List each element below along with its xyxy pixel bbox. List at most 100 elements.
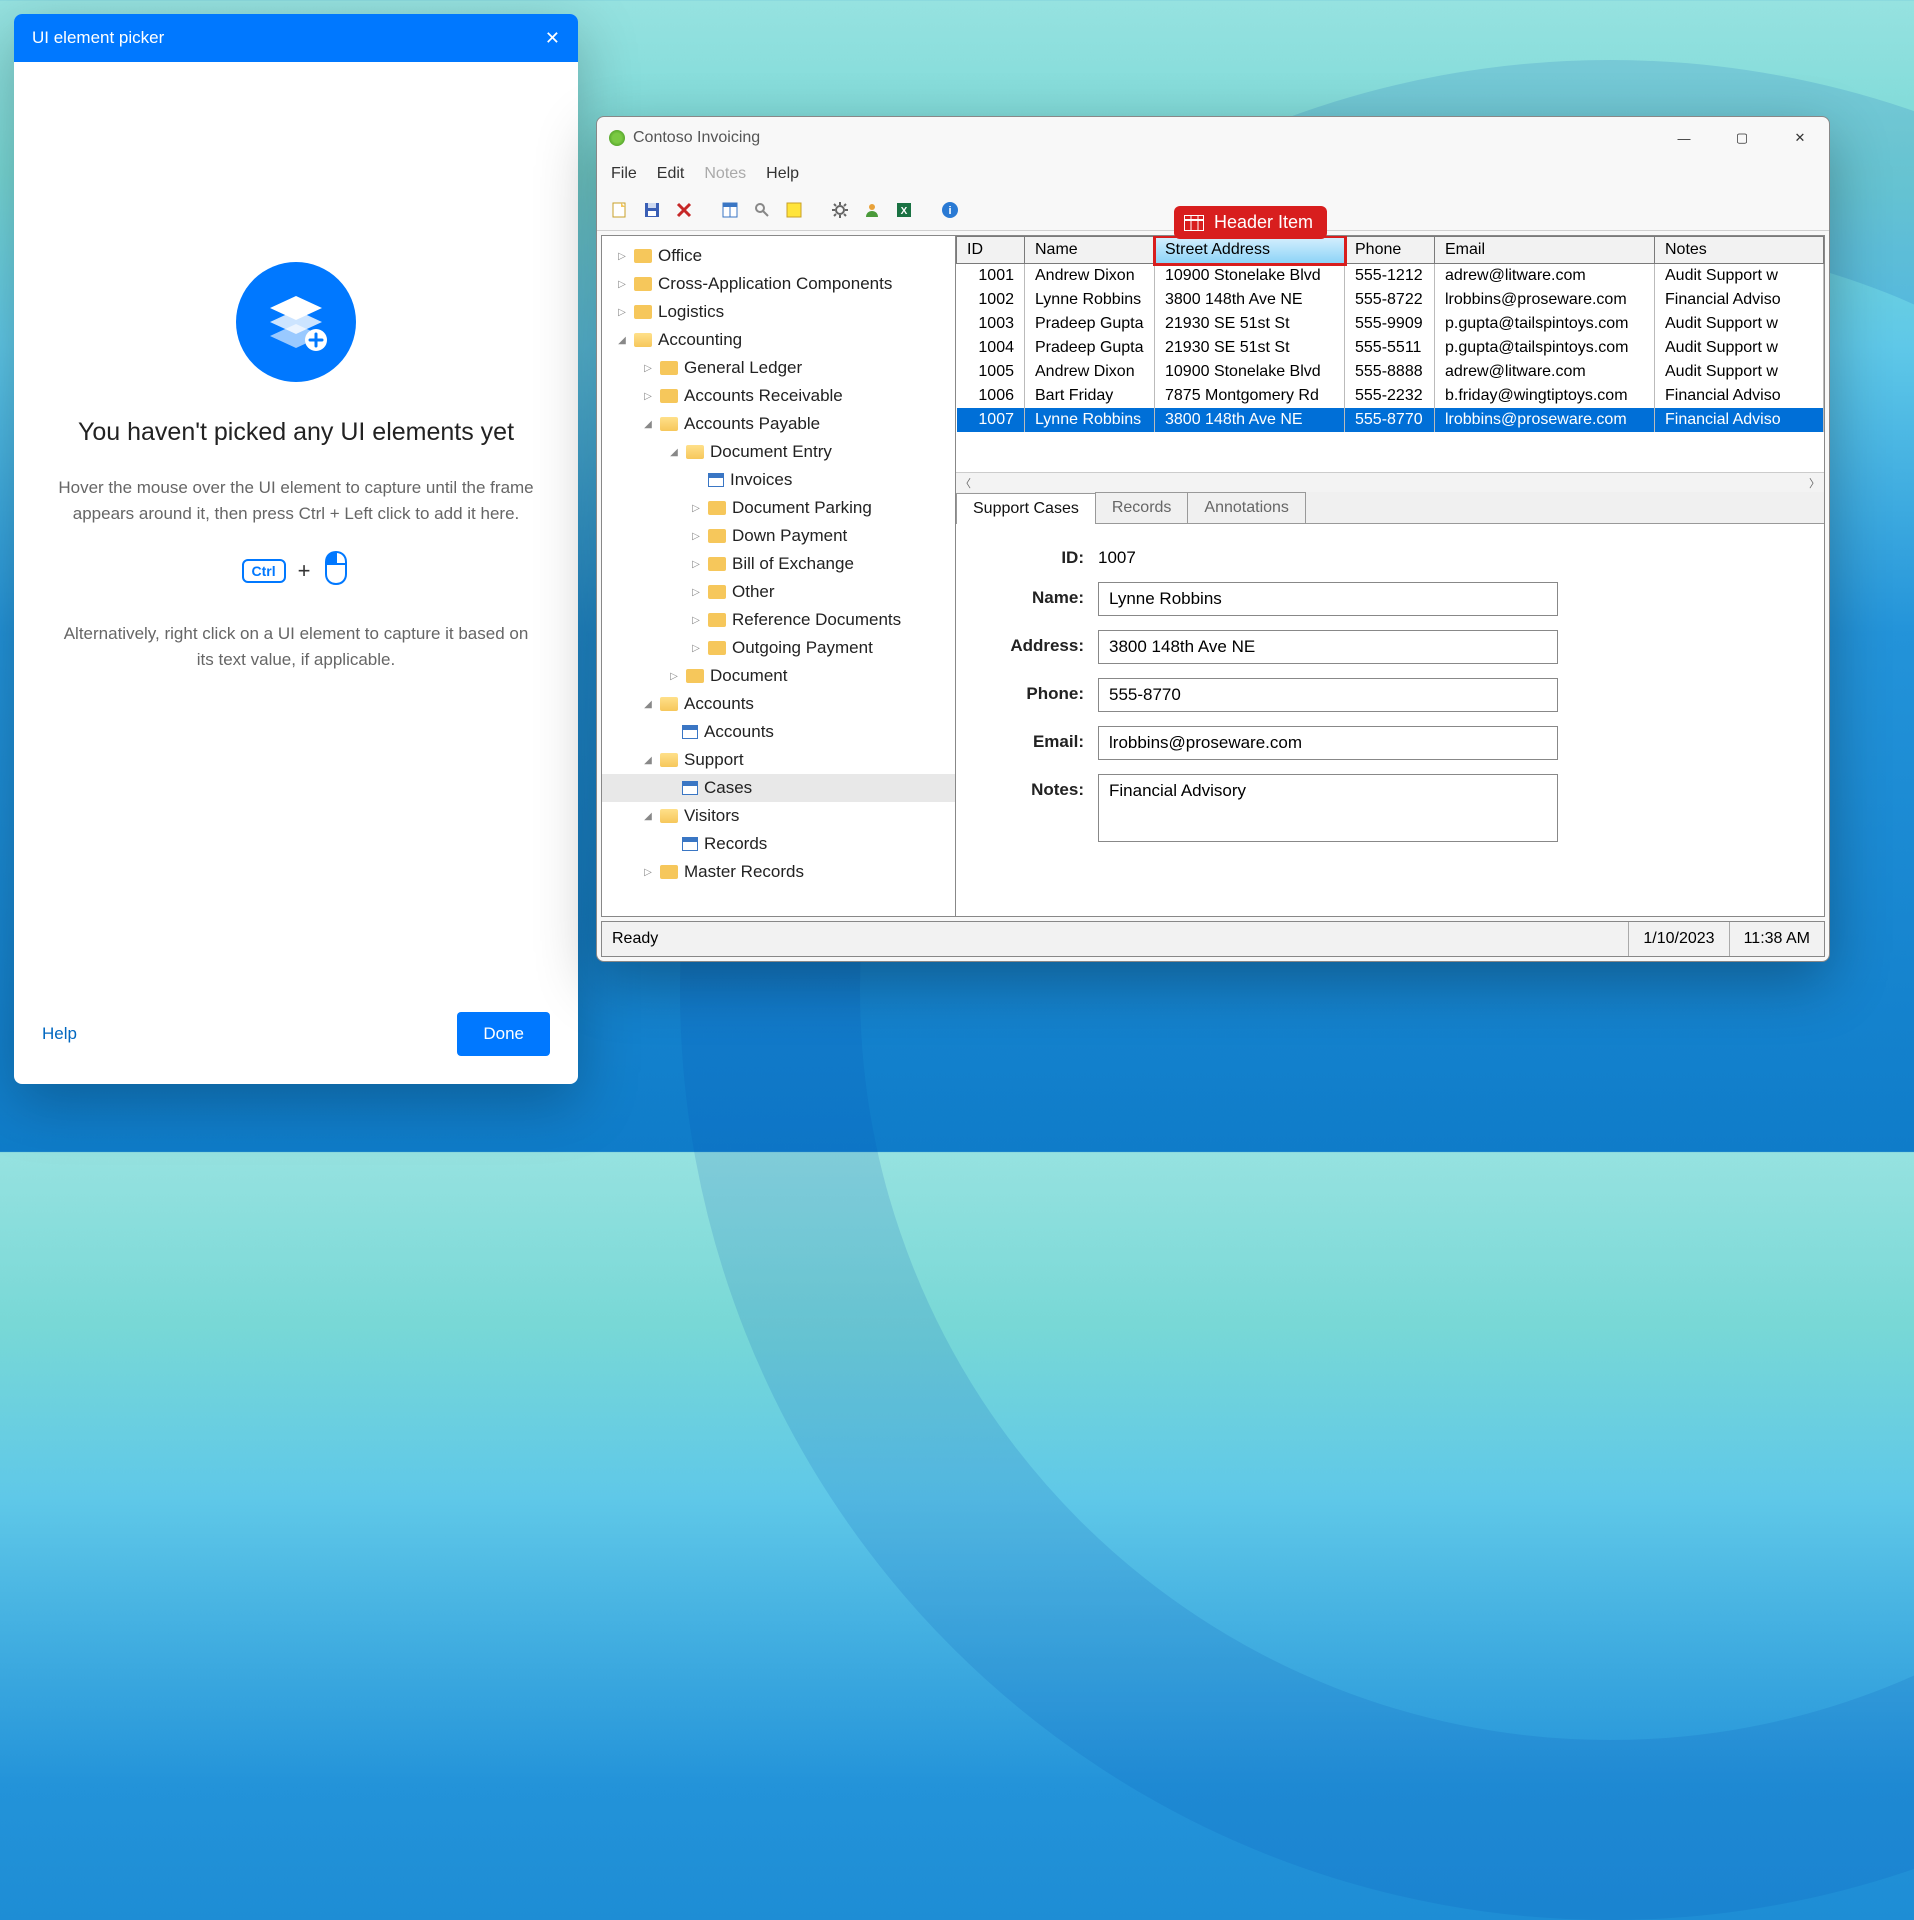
mouse-icon bbox=[322, 550, 350, 591]
done-button[interactable]: Done bbox=[457, 1012, 550, 1056]
picker-instructions-1: Hover the mouse over the UI element to c… bbox=[54, 475, 538, 526]
picker-headline: You haven't picked any UI elements yet bbox=[78, 418, 514, 447]
note-icon[interactable] bbox=[781, 197, 807, 223]
picker-instructions-2: Alternatively, right click on a UI eleme… bbox=[54, 621, 538, 672]
info-icon[interactable]: i bbox=[937, 197, 963, 223]
input-phone[interactable] bbox=[1098, 678, 1558, 712]
detail-tabs: Support Cases Records Annotations bbox=[956, 492, 1824, 524]
table-row[interactable]: 1003Pradeep Gupta21930 SE 51st St555-990… bbox=[957, 312, 1824, 336]
input-name[interactable] bbox=[1098, 582, 1558, 616]
tree-other[interactable]: ▷Other bbox=[602, 578, 955, 606]
help-link[interactable]: Help bbox=[42, 1024, 77, 1044]
close-icon[interactable]: ✕ bbox=[545, 28, 560, 49]
input-email[interactable] bbox=[1098, 726, 1558, 760]
gear-icon[interactable] bbox=[827, 197, 853, 223]
tree-cases[interactable]: Cases bbox=[602, 774, 955, 802]
tree-visitors[interactable]: ◢Visitors bbox=[602, 802, 955, 830]
label-phone: Phone: bbox=[984, 678, 1084, 704]
delete-icon[interactable] bbox=[671, 197, 697, 223]
tree-records[interactable]: Records bbox=[602, 830, 955, 858]
search-icon[interactable] bbox=[749, 197, 775, 223]
app-icon bbox=[609, 130, 625, 146]
tab-records[interactable]: Records bbox=[1095, 492, 1189, 523]
col-phone[interactable]: Phone bbox=[1345, 237, 1435, 264]
tree-accounts-payable[interactable]: ◢Accounts Payable bbox=[602, 410, 955, 438]
table-row[interactable]: 1005Andrew Dixon10900 Stonelake Blvd555-… bbox=[957, 360, 1824, 384]
tree-down-payment[interactable]: ▷Down Payment bbox=[602, 522, 955, 550]
horizontal-scrollbar[interactable]: 〈〉 bbox=[956, 472, 1824, 492]
user-icon[interactable] bbox=[859, 197, 885, 223]
label-notes: Notes: bbox=[984, 774, 1084, 800]
menu-edit[interactable]: Edit bbox=[657, 165, 685, 183]
tree-office[interactable]: ▷Office bbox=[602, 242, 955, 270]
tree-support[interactable]: ◢Support bbox=[602, 746, 955, 774]
tree-accounts[interactable]: ◢Accounts bbox=[602, 690, 955, 718]
header-item-callout: Header Item bbox=[1174, 206, 1327, 239]
new-icon[interactable] bbox=[607, 197, 633, 223]
table-row[interactable]: 1001Andrew Dixon10900 Stonelake Blvd555-… bbox=[957, 264, 1824, 289]
maximize-button[interactable]: ▢ bbox=[1713, 117, 1771, 159]
col-email[interactable]: Email bbox=[1435, 237, 1655, 264]
label-email: Email: bbox=[984, 726, 1084, 752]
menu-file[interactable]: File bbox=[611, 165, 637, 183]
tree-accounts-receivable[interactable]: ▷Accounts Receivable bbox=[602, 382, 955, 410]
data-grid[interactable]: ID Name Street Address Phone Email Notes… bbox=[956, 236, 1824, 492]
contoso-invoicing-window: Contoso Invoicing — ▢ ✕ File Edit Notes … bbox=[596, 116, 1830, 962]
tree-outgoing-payment[interactable]: ▷Outgoing Payment bbox=[602, 634, 955, 662]
table-row[interactable]: 1004Pradeep Gupta21930 SE 51st St555-551… bbox=[957, 336, 1824, 360]
input-address[interactable] bbox=[1098, 630, 1558, 664]
callout-label: Header Item bbox=[1214, 212, 1313, 233]
tree-logistics[interactable]: ▷Logistics bbox=[602, 298, 955, 326]
menu-notes[interactable]: Notes bbox=[704, 165, 746, 183]
table-row[interactable]: 1007Lynne Robbins3800 148th Ave NE555-87… bbox=[957, 408, 1824, 432]
tree-accounts-item[interactable]: Accounts bbox=[602, 718, 955, 746]
ctrl-key-icon: Ctrl bbox=[242, 559, 286, 583]
tree-document[interactable]: ▷Document bbox=[602, 662, 955, 690]
tree-document-entry[interactable]: ◢Document Entry bbox=[602, 438, 955, 466]
close-button[interactable]: ✕ bbox=[1771, 117, 1829, 159]
tab-support-cases[interactable]: Support Cases bbox=[956, 493, 1096, 524]
tree-bill-of-exchange[interactable]: ▷Bill of Exchange bbox=[602, 550, 955, 578]
picker-titlebar[interactable]: UI element picker ✕ bbox=[14, 14, 578, 62]
app-titlebar[interactable]: Contoso Invoicing — ▢ ✕ bbox=[597, 117, 1829, 159]
tree-reference-documents[interactable]: ▷Reference Documents bbox=[602, 606, 955, 634]
tree-cross-application[interactable]: ▷Cross-Application Components bbox=[602, 270, 955, 298]
col-id[interactable]: ID bbox=[957, 237, 1025, 264]
status-date: 1/10/2023 bbox=[1628, 922, 1728, 956]
app-title: Contoso Invoicing bbox=[633, 129, 760, 147]
value-id: 1007 bbox=[1098, 542, 1558, 568]
status-bar: Ready 1/10/2023 11:38 AM bbox=[601, 921, 1825, 957]
app-menubar: File Edit Notes Help bbox=[597, 159, 1829, 189]
picker-title-text: UI element picker bbox=[32, 28, 164, 48]
label-name: Name: bbox=[984, 582, 1084, 608]
status-ready: Ready bbox=[602, 930, 1628, 948]
label-address: Address: bbox=[984, 630, 1084, 656]
col-street-address[interactable]: Street Address bbox=[1155, 237, 1345, 264]
col-name[interactable]: Name bbox=[1025, 237, 1155, 264]
detail-form: ID: 1007 Name: Address: Phone: Email: Not… bbox=[956, 524, 1824, 879]
tree-invoices[interactable]: Invoices bbox=[602, 466, 955, 494]
tree-accounting[interactable]: ◢Accounting bbox=[602, 326, 955, 354]
minimize-button[interactable]: — bbox=[1655, 117, 1713, 159]
table-row[interactable]: 1002Lynne Robbins3800 148th Ave NE555-87… bbox=[957, 288, 1824, 312]
input-notes[interactable] bbox=[1098, 774, 1558, 842]
label-id: ID: bbox=[984, 542, 1084, 568]
tree-master-records[interactable]: ▷Master Records bbox=[602, 858, 955, 886]
stack-plus-icon bbox=[236, 262, 356, 382]
save-icon[interactable] bbox=[639, 197, 665, 223]
table-row[interactable]: 1006Bart Friday7875 Montgomery Rd555-223… bbox=[957, 384, 1824, 408]
ui-element-picker-window: UI element picker ✕ You haven't picked a… bbox=[14, 14, 578, 1084]
col-notes[interactable]: Notes bbox=[1655, 237, 1824, 264]
tree-general-ledger[interactable]: ▷General Ledger bbox=[602, 354, 955, 382]
tree-document-parking[interactable]: ▷Document Parking bbox=[602, 494, 955, 522]
grid-icon[interactable] bbox=[717, 197, 743, 223]
menu-help[interactable]: Help bbox=[766, 165, 799, 183]
excel-icon[interactable]: X bbox=[891, 197, 917, 223]
status-time: 11:38 AM bbox=[1729, 922, 1824, 956]
svg-text:i: i bbox=[948, 205, 951, 217]
ctrl-click-hint: Ctrl + bbox=[242, 550, 351, 591]
tab-annotations[interactable]: Annotations bbox=[1187, 492, 1306, 523]
nav-tree[interactable]: ▷Office ▷Cross-Application Components ▷L… bbox=[602, 236, 956, 916]
svg-text:X: X bbox=[901, 206, 908, 217]
plus-icon: + bbox=[298, 558, 311, 584]
